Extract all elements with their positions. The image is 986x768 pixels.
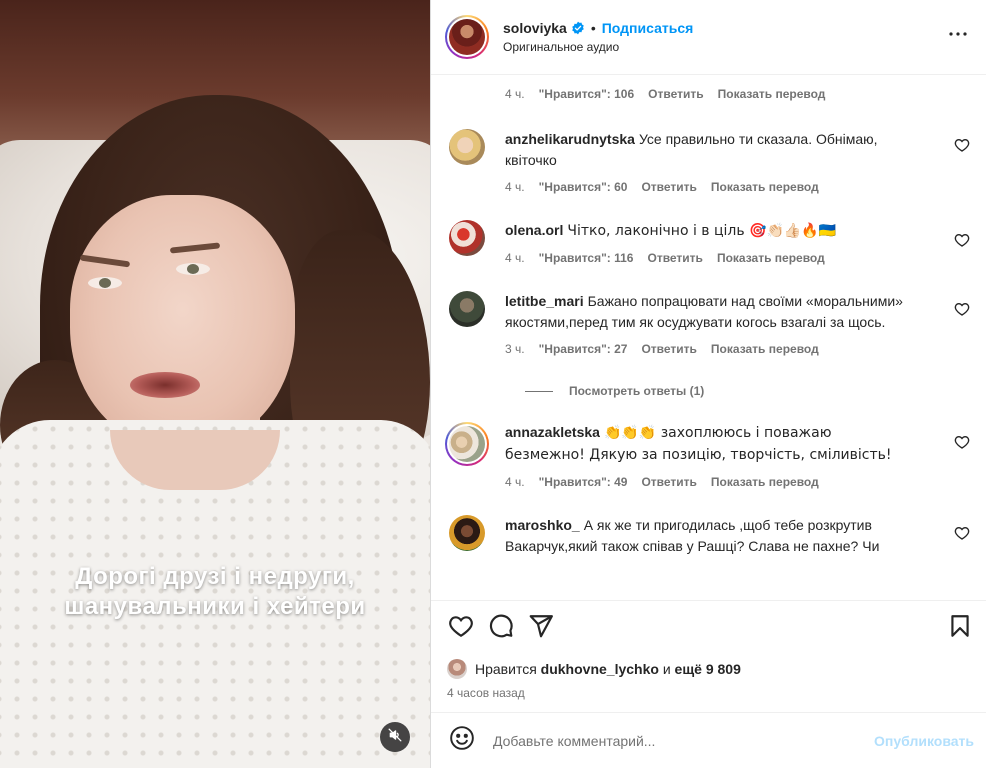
comment-like-heart-icon[interactable] [954,525,970,541]
liker-avatar[interactable] [447,659,467,679]
comment-item: olena.orl Чітко, лаконічно і в ціль 🎯👏🏻👍🏻… [445,220,970,269]
author-username[interactable]: soloviyka [503,20,567,36]
comment-like-heart-icon[interactable] [954,232,970,248]
translate-button[interactable]: Показать перевод [718,87,826,101]
comment-like-heart-icon[interactable] [954,434,970,450]
comment-button[interactable] [487,613,515,644]
post-sidebar: soloviyka • Подписаться Оригинальное ауд… [430,0,986,768]
translate-button[interactable]: Показать перевод [711,339,819,360]
mouth [130,372,200,398]
eye-left [88,277,122,289]
commenter-avatar[interactable] [449,291,485,327]
like-button[interactable] [447,615,475,643]
post-viewer: Дорогі друзі і недруги, шанувальники і х… [0,0,986,768]
comment-text: Чітко, лаконічно і в ціль 🎯👏🏻👍🏻🔥🇺🇦 [567,223,837,239]
comment-like-heart-icon[interactable] [954,137,970,153]
commenter-avatar[interactable] [449,515,485,551]
comment-input[interactable] [493,732,875,749]
post-header: soloviyka • Подписаться Оригинальное ауд… [431,0,986,75]
original-audio-link[interactable]: Оригинальное аудио [503,40,946,54]
likes-summary: Нравится dukhovne_lychko и ещё 9 809 [431,656,986,682]
eye-right [176,263,210,275]
liker-username[interactable]: dukhovne_lychko [541,661,659,677]
follow-button[interactable]: Подписаться [602,20,694,36]
author-avatar-ring[interactable] [445,15,489,59]
mute-button[interactable] [380,722,410,752]
comment-time: 4 ч. [505,251,525,265]
heart-icon [448,613,474,644]
comment-item: anzhelikarudnytska Усе правильно ти сказа… [445,129,970,198]
commenter-avatar [449,426,485,462]
likes-conjunction: и [662,661,671,677]
comment-likes[interactable]: "Нравится": 49 [539,472,628,493]
more-horizontal-icon [946,22,970,52]
commenter-username[interactable]: olena.orl [505,222,563,238]
view-replies-button[interactable]: Посмотреть ответы (1) [525,384,970,398]
post-actions [431,600,986,656]
author-meta: soloviyka • Подписаться Оригинальное ауд… [503,20,946,54]
smiley-icon[interactable] [449,725,475,756]
commenter-avatar[interactable] [449,129,485,165]
comment-like-heart-icon[interactable] [954,301,970,317]
separator-dot: • [590,20,596,36]
comment-time: 3 ч. [505,342,525,356]
send-icon [528,613,554,644]
bookmark-icon [947,613,973,644]
comment-likes[interactable]: "Нравится": 27 [539,339,628,360]
translate-button[interactable]: Показать перевод [711,177,819,198]
previous-comment-meta: 4 ч. "Нравится": 106 Ответить Показать п… [445,75,970,112]
share-button[interactable] [527,615,555,643]
comment-item: annazakletska 👏👏👏 захоплююсь і поважаю бе… [445,422,970,493]
comments-list[interactable]: 4 ч. "Нравится": 106 Ответить Показать п… [431,75,986,600]
save-button[interactable] [946,615,974,643]
commenter-username[interactable]: maroshko_ [505,517,580,533]
post-time[interactable]: 4 часов назад [431,682,986,704]
commenter-username[interactable]: letitbe_mari [505,293,584,309]
likes-prefix: Нравится [475,661,537,677]
comment-item: letitbe_mari Бажано попрацювати над своїм… [445,291,970,360]
comment-likes[interactable]: "Нравится": 60 [539,177,628,198]
reply-button[interactable]: Ответить [647,248,702,269]
translate-button[interactable]: Показать перевод [717,248,825,269]
likes-count[interactable]: ещё 9 809 [675,661,741,677]
comment-time: 4 ч. [505,86,525,101]
comment-likes[interactable]: "Нравится": 116 [539,248,634,269]
video-caption: Дорогі друзі і недруги, шанувальники і х… [0,562,430,622]
speaker-muted-icon [388,728,402,747]
commenter-username[interactable]: anzhelikarudnytska [505,131,635,147]
comment-time: 4 ч. [505,475,525,489]
reply-button[interactable]: Ответить [641,472,696,493]
face [70,195,295,450]
reply-button[interactable]: Ответить [641,339,696,360]
commenter-avatar[interactable] [449,220,485,256]
publish-button[interactable]: Опубликовать [874,733,974,749]
commenter-username[interactable]: annazakletska [505,424,600,440]
video-caption-line-1: Дорогі друзі і недруги, [75,563,355,590]
comment-icon [488,613,514,644]
video-caption-line-2: шанувальники і хейтери [64,593,366,620]
comment-time: 4 ч. [505,180,525,194]
view-replies-label: Посмотреть ответы (1) [569,384,705,398]
more-options-button[interactable] [946,25,970,49]
comment-item: maroshko_ А як же ти пригодилась ,щоб теб… [445,515,970,557]
author-avatar [449,19,485,55]
reply-button[interactable]: Ответить [641,177,696,198]
verified-badge-icon [571,21,585,35]
commenter-avatar-ring[interactable] [445,422,489,466]
video-player[interactable]: Дорогі друзі і недруги, шанувальники і х… [0,0,430,768]
replies-divider [525,390,553,392]
translate-button[interactable]: Показать перевод [711,472,819,493]
reply-button[interactable]: Ответить [648,87,703,101]
comment-composer: Опубликовать [431,712,986,768]
comment-likes[interactable]: "Нравится": 106 [539,87,635,101]
